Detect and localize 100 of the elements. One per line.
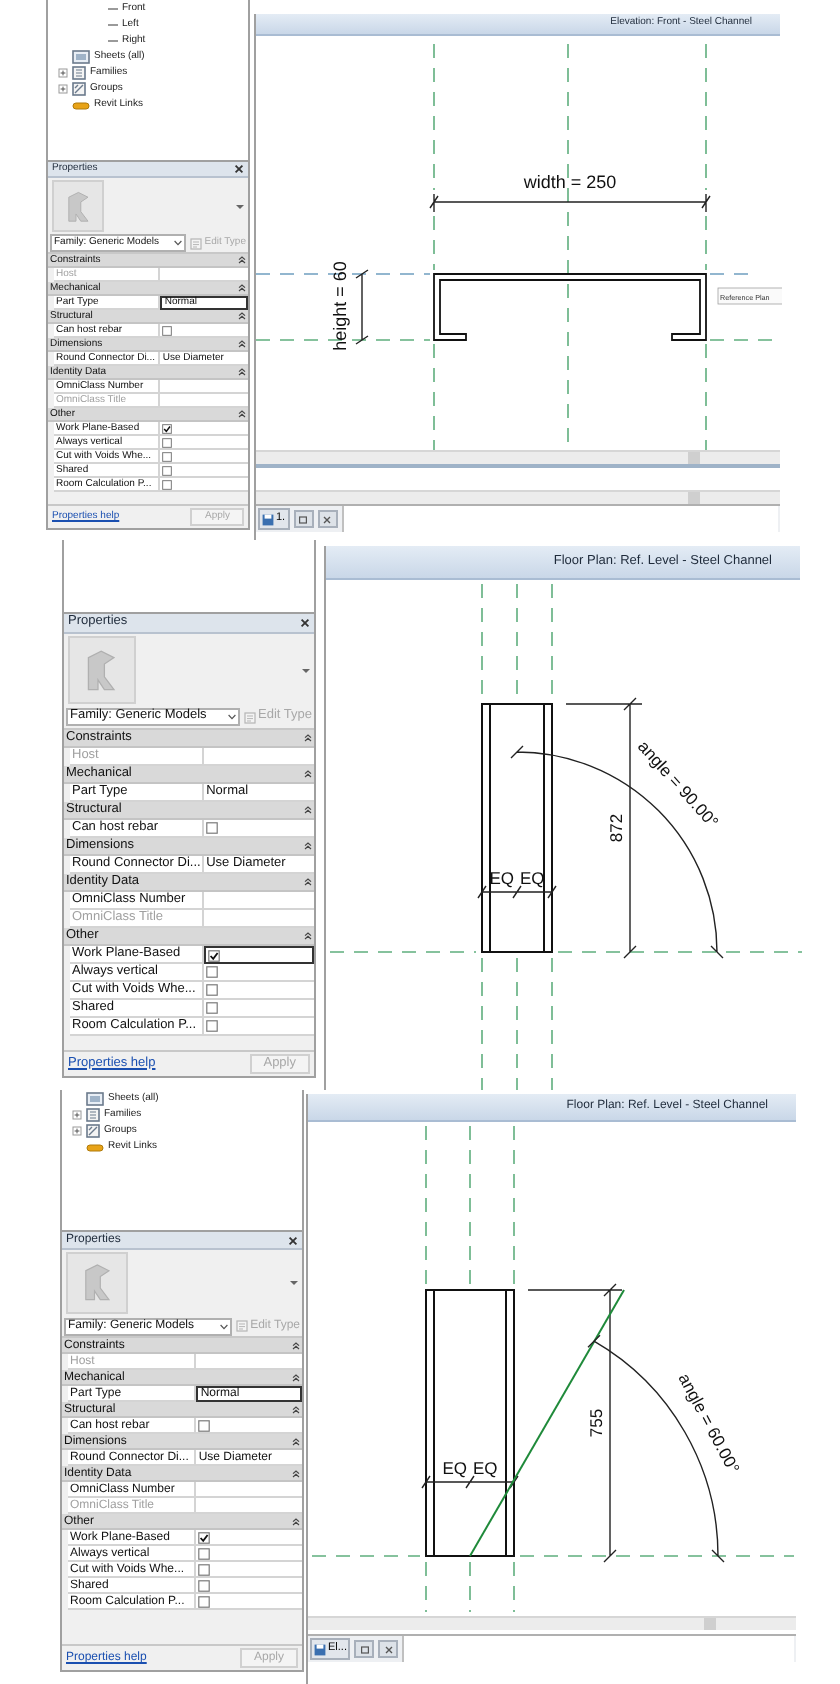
- checkbox[interactable]: [208, 949, 221, 961]
- dimension-label[interactable]: 872: [606, 813, 626, 843]
- save-icon: [262, 513, 274, 525]
- close-icon[interactable]: [300, 618, 310, 628]
- families-icon: [86, 1108, 100, 1122]
- caret-icon: [228, 713, 237, 720]
- checkbox[interactable]: [198, 1563, 211, 1575]
- checkbox[interactable]: [162, 325, 173, 335]
- restore-icon: [298, 515, 309, 523]
- collapse-icon: [238, 256, 246, 264]
- dimension-label[interactable]: 755: [586, 1408, 606, 1438]
- scrollbar-thumb[interactable]: [688, 452, 700, 464]
- close-icon: [383, 1645, 394, 1653]
- checkbox[interactable]: [206, 1002, 219, 1014]
- checkbox[interactable]: [206, 822, 219, 834]
- edit-type-icon: [236, 1320, 249, 1332]
- checkbox[interactable]: [162, 479, 173, 489]
- family-icon: [79, 1262, 115, 1304]
- collapse-icon: [304, 806, 312, 814]
- dimension-line[interactable]: [355, 269, 369, 345]
- expand-icon[interactable]: [57, 84, 67, 94]
- dimension-label[interactable]: EQ: [489, 868, 514, 888]
- checkbox[interactable]: [206, 984, 219, 996]
- sheets-icon: [72, 50, 90, 64]
- families-icon: [72, 66, 86, 80]
- checkbox[interactable]: [162, 465, 173, 475]
- close-icon: [322, 515, 333, 523]
- sheets-icon: [86, 1092, 104, 1106]
- scrollbar-thumb[interactable]: [704, 1618, 716, 1630]
- groups-icon: [86, 1124, 100, 1138]
- value-field[interactable]: [204, 892, 314, 910]
- dimension-label[interactable]: EQ: [442, 1458, 467, 1478]
- dropdown-icon[interactable]: [236, 203, 244, 209]
- scrollbar[interactable]: [256, 450, 780, 464]
- collapse-icon: [304, 878, 312, 886]
- restore-button[interactable]: [354, 1640, 375, 1658]
- dimension-label[interactable]: width = 250: [523, 172, 617, 192]
- close-icon[interactable]: [234, 164, 244, 174]
- dimension-line[interactable]: [527, 1283, 623, 1563]
- collapse-icon: [238, 410, 246, 418]
- link-icon: [86, 1143, 104, 1151]
- value-field[interactable]: [196, 1482, 302, 1498]
- close-icon[interactable]: [288, 1235, 298, 1245]
- checkbox[interactable]: [198, 1579, 211, 1591]
- collapse-icon: [292, 1405, 300, 1413]
- checkbox[interactable]: [206, 966, 219, 978]
- checkbox[interactable]: [162, 437, 173, 447]
- collapse-icon: [304, 842, 312, 850]
- angle-dimension[interactable]: [510, 745, 724, 959]
- edit-type-icon: [244, 711, 257, 723]
- checkbox[interactable]: [198, 1419, 211, 1431]
- checkbox[interactable]: [198, 1531, 211, 1543]
- dimension-label[interactable]: EQ: [473, 1458, 498, 1478]
- checkbox[interactable]: [198, 1595, 211, 1607]
- collapse-icon: [238, 368, 246, 376]
- collapse-icon: [292, 1469, 300, 1477]
- collapse-icon: [304, 770, 312, 778]
- groups-icon: [72, 82, 86, 96]
- close-button[interactable]: [378, 1640, 399, 1658]
- collapse-icon: [292, 1373, 300, 1381]
- dropdown-icon[interactable]: [290, 1280, 298, 1286]
- checkbox[interactable]: [206, 1020, 219, 1032]
- caret-icon: [174, 240, 183, 246]
- expand-icon[interactable]: [71, 1126, 81, 1136]
- close-button[interactable]: [317, 510, 338, 528]
- restore-button[interactable]: [293, 510, 314, 528]
- checkbox[interactable]: [162, 423, 173, 433]
- reference-line[interactable]: [469, 1289, 625, 1557]
- dimension-line[interactable]: [477, 885, 557, 899]
- collapse-icon: [292, 1341, 300, 1349]
- dropdown-icon[interactable]: [302, 667, 310, 673]
- collapse-icon: [292, 1517, 300, 1525]
- scrollbar[interactable]: [308, 1616, 796, 1630]
- checkbox[interactable]: [198, 1547, 211, 1559]
- channel-profile[interactable]: [433, 273, 707, 341]
- edit-type-icon: [190, 237, 203, 249]
- collapse-icon: [238, 312, 246, 320]
- collapse-icon: [292, 1437, 300, 1445]
- value-field[interactable]: [160, 380, 248, 394]
- restore-icon: [359, 1645, 370, 1653]
- dimension-label[interactable]: EQ: [520, 868, 545, 888]
- dimension-line[interactable]: [421, 1475, 519, 1489]
- family-icon: [63, 189, 93, 223]
- save-icon: [314, 1643, 326, 1655]
- expand-icon[interactable]: [57, 68, 67, 78]
- dimension-label[interactable]: height = 60: [330, 261, 350, 351]
- scrollbar-thumb[interactable]: [688, 492, 700, 504]
- checkbox[interactable]: [162, 451, 173, 461]
- collapse-icon: [238, 284, 246, 292]
- expand-icon[interactable]: [71, 1110, 81, 1120]
- dimension-line[interactable]: [429, 193, 711, 213]
- channel-plan[interactable]: [481, 703, 553, 953]
- property-value[interactable]: [204, 946, 314, 964]
- collapse-icon: [304, 734, 312, 742]
- link-icon: [72, 101, 90, 109]
- collapse-icon: [238, 340, 246, 348]
- scrollbar[interactable]: [256, 490, 780, 504]
- collapse-icon: [304, 932, 312, 940]
- caret-icon: [220, 1323, 229, 1329]
- channel-plan[interactable]: [425, 1289, 515, 1557]
